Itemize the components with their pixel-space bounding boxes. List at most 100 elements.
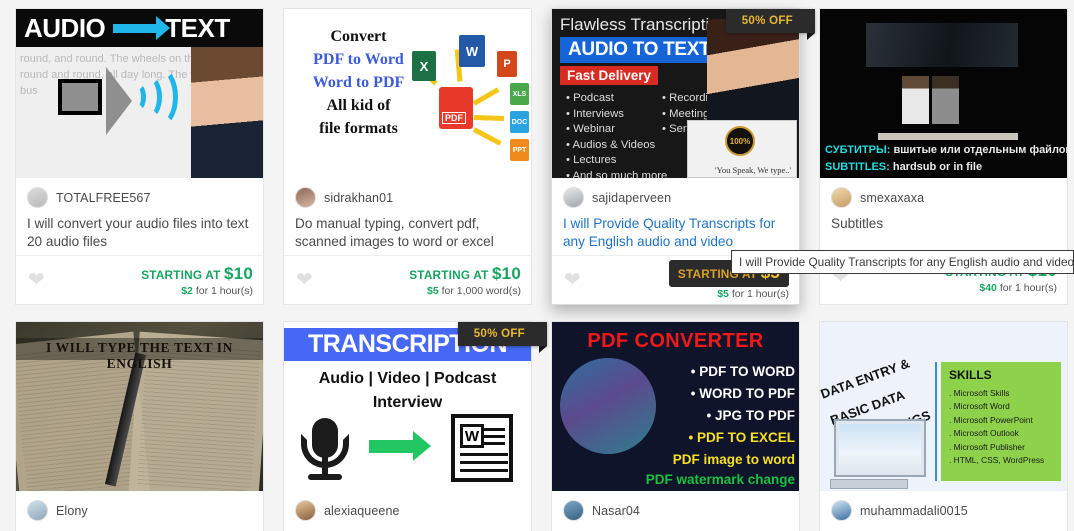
- thumb-line-4: All kid of: [326, 97, 391, 114]
- gig-meta: muhammadali0015: [820, 491, 1067, 531]
- avatar: [27, 500, 48, 521]
- gig-thumbnail[interactable]: PDF CONVERTER • PDF TO WORD • WORD TO PD…: [552, 322, 799, 491]
- pdf-icon: [439, 87, 473, 129]
- gig-card[interactable]: 50% OFF TRANSCRIPTION Audio | Video | Po…: [283, 321, 548, 531]
- gig-thumbnail[interactable]: TRANSCRIPTION Audio | Video | Podcast In…: [284, 322, 531, 491]
- gig-card[interactable]: AUDIO TEXT round, and round. The wheels …: [15, 8, 264, 305]
- gig-meta: alexiaqueene: [284, 491, 531, 531]
- seller-row[interactable]: sidrakhan01: [295, 187, 520, 208]
- caption-en-label: SUBTITLES:: [825, 161, 890, 173]
- seller-row[interactable]: alexiaqueene: [295, 500, 520, 521]
- thumb-banner-text: I WILL TYPE THE TEXT IN ENGLISH: [45, 340, 233, 371]
- xls-badge-icon: XLS: [510, 83, 529, 105]
- sub-price: $5: [427, 284, 439, 297]
- thumb-blue-tag: AUDIO TO TEXT: [560, 37, 719, 63]
- doc-badge-icon: DOC: [510, 111, 529, 133]
- skill-item: . HTML, CSS, WordPress: [949, 455, 1045, 466]
- excel-icon: X: [412, 51, 436, 81]
- starting-at-badge: STARTING AT $10: [141, 264, 253, 284]
- seller-row[interactable]: muhammadali0015: [831, 500, 1056, 521]
- thumb-list-item: PDF image to word: [672, 452, 795, 467]
- gig-card[interactable]: I WILL TYPE THE TEXT IN ENGLISH Elony ❤: [15, 321, 264, 531]
- seller-name[interactable]: sajidaperveen: [592, 191, 671, 205]
- word-icon: W: [459, 35, 485, 67]
- starting-at-label: STARTING AT: [409, 267, 489, 282]
- price-block: STARTING AT $10 $5 for 1,000 word(s): [409, 264, 521, 297]
- sub-price: $2: [181, 284, 193, 297]
- seller-name[interactable]: muhammadali0015: [860, 504, 968, 518]
- sub-unit: for 1 hour(s): [731, 288, 789, 300]
- gig-thumbnail[interactable]: Flawless Transcription AUDIO TO TEXT Fas…: [552, 9, 799, 178]
- sub-unit: for 1 hour(s): [999, 281, 1057, 294]
- gig-card[interactable]: DATA ENTRY & BASIC DATA PROCESSINGS SKIL…: [819, 321, 1068, 531]
- thumb-headline: Flawless Transcription: [560, 15, 729, 34]
- favorite-heart-icon[interactable]: ❤: [564, 270, 581, 290]
- thumb-line-3: Word to PDF: [312, 74, 405, 91]
- bullet: Lectures: [566, 153, 667, 169]
- monitor-icon: [834, 419, 926, 477]
- skill-item: . Microsoft Word: [949, 401, 1010, 412]
- gig-meta: sajidaperveen I will Provide Quality Tra…: [552, 178, 799, 255]
- seller-name[interactable]: TOTALFREE567: [56, 191, 151, 205]
- favorite-heart-icon[interactable]: ❤: [296, 270, 313, 290]
- gig-title[interactable]: Do manual typing, convert pdf, scanned i…: [295, 215, 520, 251]
- seller-row[interactable]: sajidaperveen: [563, 187, 788, 208]
- skill-item: . Microsoft PowerPoint: [949, 414, 1033, 425]
- price-subline: $40 for 1 hour(s): [945, 282, 1057, 294]
- green-right-arrow-icon: [369, 431, 431, 461]
- ppt-badge-icon: PPT: [510, 139, 529, 161]
- gig-thumbnail[interactable]: СУБТИТРЫ: вшитые или отдельным файлом SU…: [820, 9, 1067, 178]
- gig-footer: ❤ STARTING AT $10 $2 for 1 hour(s): [16, 255, 263, 304]
- discount-ribbon: 50% OFF: [725, 9, 816, 40]
- avatar: [27, 187, 48, 208]
- right-arrow-icon: [113, 15, 171, 40]
- caption-ru-label: СУБТИТРЫ:: [825, 144, 891, 156]
- gig-card[interactable]: PDF CONVERTER • PDF TO WORD • WORD TO PD…: [551, 321, 800, 531]
- gig-card[interactable]: Convert PDF to Word Word to PDF All kid …: [283, 8, 532, 305]
- price-subline: $5 for 1,000 word(s): [409, 285, 521, 297]
- skill-item: . Microsoft Skills: [949, 388, 1010, 398]
- thumb-banner-right: TEXT: [165, 12, 230, 43]
- gig-thumbnail[interactable]: Convert PDF to Word Word to PDF All kid …: [284, 9, 531, 178]
- thumb-line-5: file formats: [319, 120, 398, 137]
- gig-title[interactable]: Subtitles: [831, 215, 1056, 233]
- thumb-person: [707, 19, 799, 124]
- price-amount: $10: [224, 263, 253, 283]
- seller-row[interactable]: Nasar04: [563, 500, 788, 521]
- price-subline: $2 for 1 hour(s): [141, 285, 253, 297]
- gig-thumbnail[interactable]: DATA ENTRY & BASIC DATA PROCESSINGS SKIL…: [820, 322, 1067, 491]
- thumb-person: [932, 76, 959, 124]
- bullet: Interviews: [566, 107, 667, 123]
- gig-thumbnail[interactable]: AUDIO TEXT round, and round. The wheels …: [16, 9, 263, 178]
- seller-row[interactable]: TOTALFREE567: [27, 187, 252, 208]
- seller-name[interactable]: Nasar04: [592, 504, 640, 518]
- word-document-icon: W: [451, 414, 513, 482]
- favorite-heart-icon[interactable]: ❤: [28, 270, 45, 290]
- skill-item: . Microsoft Publisher: [949, 441, 1025, 452]
- thumb-caption-en: SUBTITLES: hardsub or in file: [825, 161, 982, 173]
- gig-title[interactable]: I will convert your audio files into tex…: [27, 215, 252, 251]
- avatar: [295, 500, 316, 521]
- seller-name[interactable]: sidrakhan01: [324, 191, 393, 205]
- bullet: And so much more: [566, 169, 667, 178]
- discount-ribbon: 50% OFF: [457, 322, 548, 353]
- thumb-bench: [878, 133, 1018, 140]
- seller-name[interactable]: alexiaqueene: [324, 504, 400, 518]
- seller-name[interactable]: smexaxaxa: [860, 191, 924, 205]
- gig-title[interactable]: I will Provide Quality Transcripts for a…: [563, 215, 788, 251]
- gig-thumbnail[interactable]: I WILL TYPE THE TEXT IN ENGLISH: [16, 322, 263, 491]
- thumb-headline: PDF CONVERTER: [587, 330, 764, 352]
- sub-unit: for 1,000 word(s): [441, 284, 521, 297]
- avatar: [831, 500, 852, 521]
- seller-name[interactable]: Elony: [56, 504, 88, 518]
- thumb-text-block: Convert PDF to Word Word to PDF All kid …: [296, 25, 421, 140]
- thumb-line-1: Audio | Video | Podcast: [318, 370, 497, 387]
- guarantee-seal-icon: 100%: [725, 126, 755, 156]
- skills-title: SKILLS: [949, 368, 992, 382]
- avatar: [563, 187, 584, 208]
- seller-row[interactable]: smexaxaxa: [831, 187, 1056, 208]
- seller-row[interactable]: Elony: [27, 500, 252, 521]
- thumb-banner-left: AUDIO: [24, 12, 106, 43]
- price-block: STARTING AT $10 $2 for 1 hour(s): [141, 264, 253, 297]
- bullet: Audios & Videos: [566, 138, 667, 154]
